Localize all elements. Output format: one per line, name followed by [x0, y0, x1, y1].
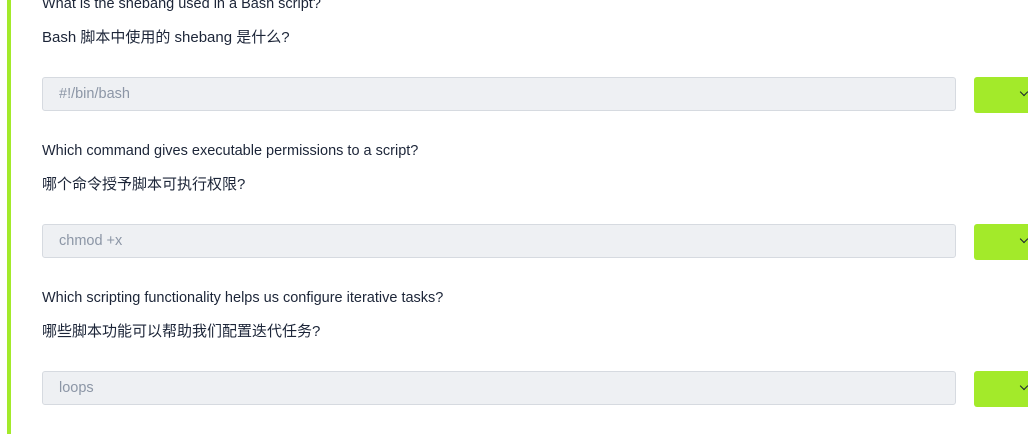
question-text-zh: Bash 脚本中使用的 shebang 是什么?: [42, 29, 290, 46]
answer-field[interactable]: chmod +x: [42, 224, 956, 258]
chevron-down-icon: [1019, 234, 1028, 244]
section-accent-bar: [7, 0, 11, 434]
question-text-zh: 哪些脚本功能可以帮助我们配置迭代任务?: [42, 323, 321, 340]
question-text-en: Which scripting functionality helps us c…: [42, 290, 444, 306]
submit-answer-button[interactable]: [974, 371, 1028, 407]
question-text-zh: 哪个命令授予脚本可执行权限?: [42, 176, 246, 193]
answer-field[interactable]: #!/bin/bash: [42, 77, 956, 111]
submit-answer-button[interactable]: [974, 77, 1028, 113]
question-text-en: What is the shebang used in a Bash scrip…: [42, 0, 321, 12]
question-text-en: Which command gives executable permissio…: [42, 143, 419, 159]
submit-answer-button[interactable]: [974, 224, 1028, 260]
answer-field[interactable]: loops: [42, 371, 956, 405]
chevron-down-icon: [1019, 381, 1028, 391]
chevron-down-icon: [1019, 87, 1028, 97]
